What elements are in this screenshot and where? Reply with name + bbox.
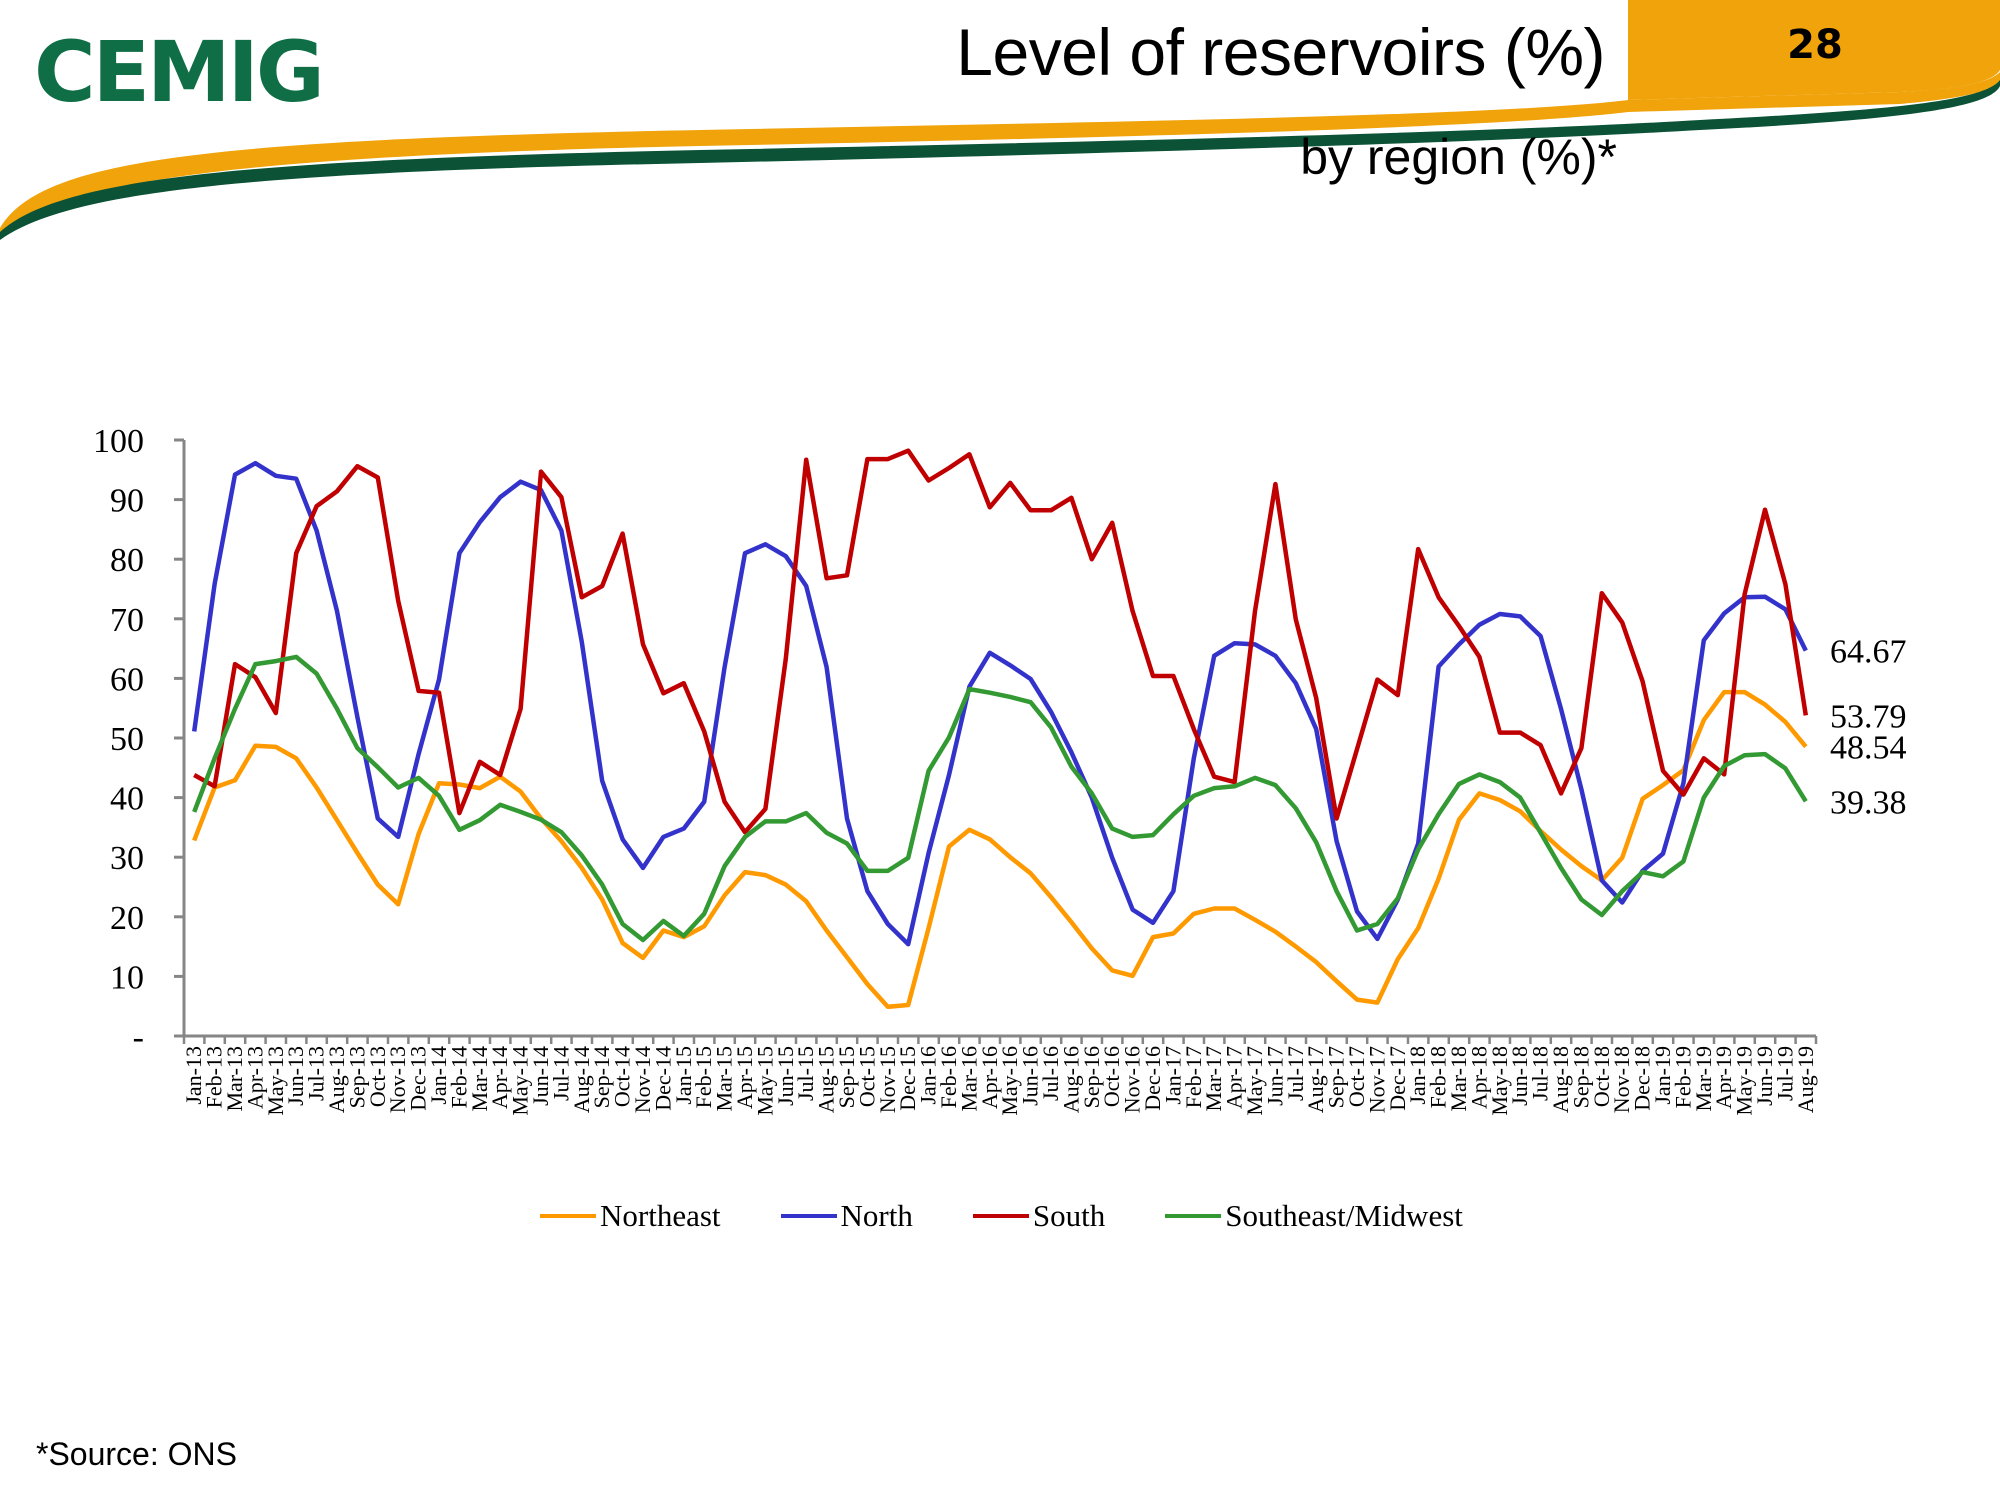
legend-label-north: North [840,1198,913,1233]
y-tick-label: 20 [110,900,144,937]
y-tick-label: - [133,1019,144,1056]
legend-swatch-northeast [540,1214,596,1218]
source-note: *Source: ONS [36,1436,237,1472]
legend-label-south: South [1032,1198,1106,1233]
end-value-label: 39.38 [1830,784,1907,821]
legend-swatch-southeast-midwest [1165,1214,1222,1218]
series-lines [191,448,1809,1010]
y-axis-labels: - 10 20 30 40 50 60 70 80 90 100 [93,423,144,1056]
legend-swatch-north [780,1214,837,1218]
legend-item-south: South [972,1198,1106,1234]
x-tick-label: Aug-19 [1793,1046,1818,1113]
y-tick-label: 40 [110,781,144,818]
y-tick-label: 70 [110,602,144,639]
legend-item-southeast-midwest: Southeast/Midwest [1165,1198,1463,1234]
y-tick-label: 50 [110,721,144,758]
y-tick-label: 90 [110,483,144,520]
series-line-southeast-midwest [192,654,1808,943]
legend-item-north: North [780,1198,913,1234]
y-tick-label: 30 [110,840,144,877]
end-value-label: 48.54 [1830,730,1907,767]
y-tick-label: 10 [110,959,144,996]
end-value-labels: 64.6753.7948.5439.38 [1830,634,1907,822]
legend-swatch-south [972,1214,1029,1218]
end-value-label: 64.67 [1830,634,1907,671]
y-tick-label: 80 [110,542,144,579]
legend-label-southeast-midwest: Southeast/Midwest [1225,1198,1463,1233]
chart-legend: Northeast North South Southeast/Midwest [540,1198,1523,1234]
series-line-south [193,448,1809,835]
series-line-northeast [192,689,1808,1010]
reservoir-line-chart: - 10 20 30 40 50 60 70 80 90 100 Jan-13Feb-13Mar-1… [93,423,1907,1116]
y-tick-label: 100 [93,423,144,460]
x-axis-labels: Jan-13Feb-13Mar-13Apr-13May-13Jun-13Jul-… [181,1046,1818,1116]
legend-item-northeast: Northeast [540,1198,721,1234]
y-tick-label: 60 [110,661,144,698]
legend-label-northeast: Northeast [600,1198,721,1233]
